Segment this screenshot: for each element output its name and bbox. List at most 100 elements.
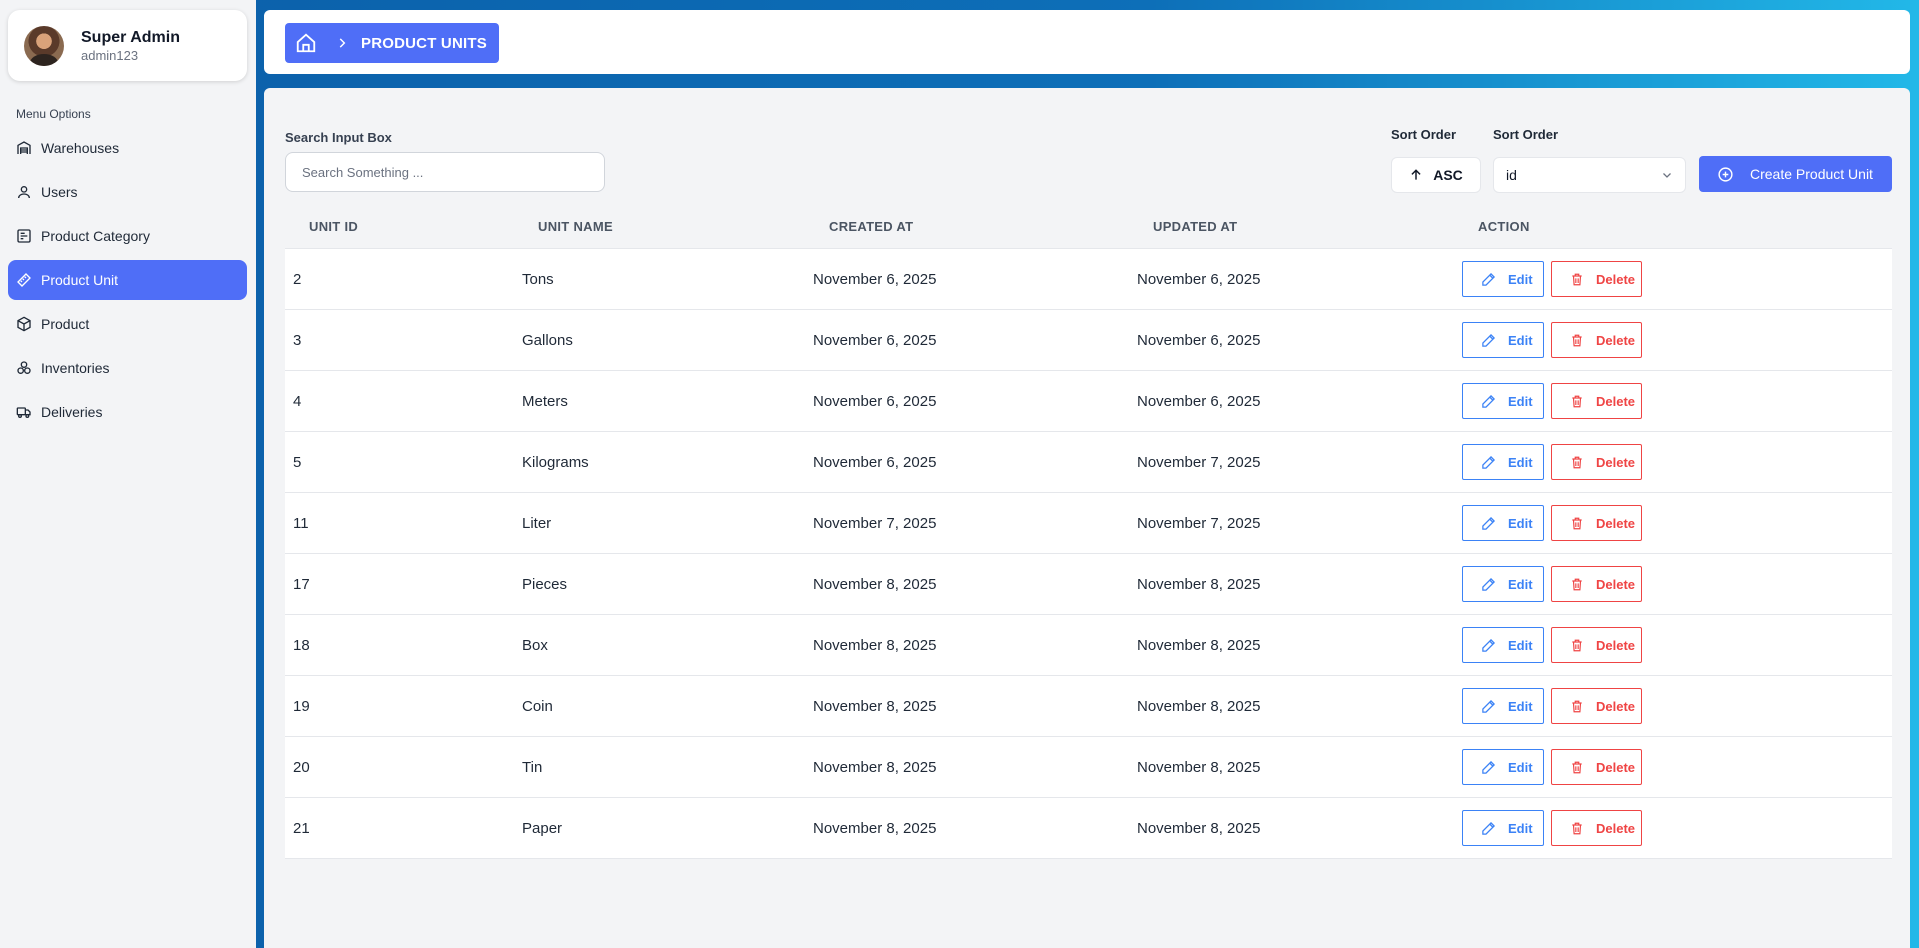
sidebar-item-deliveries[interactable]: Deliveries xyxy=(8,392,247,432)
sidebar-item-inventories[interactable]: Inventories xyxy=(8,348,247,388)
cell-unit-id: 11 xyxy=(293,515,309,532)
sidebar-item-users[interactable]: Users xyxy=(8,172,247,212)
delete-button-label: Delete xyxy=(1596,271,1636,287)
edit-button-label: Edit xyxy=(1508,576,1533,592)
sidebar-item-warehouses[interactable]: Warehouses xyxy=(8,128,247,168)
cell-updated-at: November 8, 2025 xyxy=(1137,576,1261,593)
sort-field-select[interactable]: id xyxy=(1493,157,1686,193)
sidebar-item-label: Deliveries xyxy=(41,404,103,420)
sort-direction-label: Sort Order xyxy=(1391,127,1457,142)
cell-unit-id: 5 xyxy=(293,454,302,471)
cell-created-at: November 6, 2025 xyxy=(813,454,937,471)
table-row: 18 Box November 8, 2025 November 8, 2025 Edi… xyxy=(285,615,1892,676)
cell-created-at: November 8, 2025 xyxy=(813,759,937,776)
sidebar-item-label: Product Category xyxy=(41,228,150,244)
delete-button[interactable]: Delete xyxy=(1551,810,1642,846)
sidebar-item-product[interactable]: Product xyxy=(8,304,247,344)
cell-updated-at: November 7, 2025 xyxy=(1137,454,1261,471)
cell-created-at: November 6, 2025 xyxy=(813,393,937,410)
cell-unit-id: 19 xyxy=(293,698,310,715)
sort-field-value: id xyxy=(1506,167,1517,183)
home-icon[interactable] xyxy=(295,32,317,54)
edit-button[interactable]: Edit xyxy=(1462,261,1544,297)
column-header-created-at[interactable]: CREATED AT xyxy=(829,219,913,234)
edit-button-label: Edit xyxy=(1508,332,1533,348)
table-row: 19 Coin November 8, 2025 November 8, 2025 Ed… xyxy=(285,676,1892,737)
cell-created-at: November 8, 2025 xyxy=(813,637,937,654)
cell-created-at: November 8, 2025 xyxy=(813,820,937,837)
edit-button-label: Edit xyxy=(1508,637,1533,653)
column-header-unit-name[interactable]: UNIT NAME xyxy=(538,219,613,234)
pencil-icon xyxy=(1482,638,1496,652)
edit-button-label: Edit xyxy=(1508,271,1533,287)
pencil-icon xyxy=(1482,272,1496,286)
edit-button[interactable]: Edit xyxy=(1462,566,1544,602)
profile-username: admin123 xyxy=(81,47,139,63)
profile-card[interactable]: Super Admin admin123 xyxy=(8,10,247,81)
trash-icon xyxy=(1572,517,1582,529)
delete-button-label: Delete xyxy=(1596,332,1636,348)
delete-button-label: Delete xyxy=(1596,454,1636,470)
cell-unit-id: 20 xyxy=(293,759,310,776)
edit-button[interactable]: Edit xyxy=(1462,627,1544,663)
cell-unit-id: 21 xyxy=(293,820,310,837)
trash-icon xyxy=(1572,456,1582,468)
cell-unit-name: Tons xyxy=(522,271,554,288)
delete-button-label: Delete xyxy=(1596,759,1636,775)
sidebar-item-label: Inventories xyxy=(41,360,110,376)
trash-icon xyxy=(1572,700,1582,712)
cell-unit-name: Tin xyxy=(522,759,543,776)
sidebar-item-label: Product Unit xyxy=(41,272,119,288)
trash-icon xyxy=(1572,334,1582,346)
breadcrumb: PRODUCT UNITS xyxy=(285,23,499,63)
edit-button[interactable]: Edit xyxy=(1462,444,1544,480)
cell-updated-at: November 6, 2025 xyxy=(1137,393,1261,410)
edit-button[interactable]: Edit xyxy=(1462,749,1544,785)
edit-button-label: Edit xyxy=(1508,698,1533,714)
sidebar-item-product-unit[interactable]: Product Unit xyxy=(8,260,247,300)
cell-updated-at: November 8, 2025 xyxy=(1137,698,1261,715)
delete-button[interactable]: Delete xyxy=(1551,749,1642,785)
cell-updated-at: November 8, 2025 xyxy=(1137,759,1261,776)
sort-direction-button[interactable]: ASC xyxy=(1391,157,1481,193)
table-header: UNIT ID UNIT NAME CREATED AT UPDATED AT … xyxy=(285,205,1892,249)
cell-unit-name: Liter xyxy=(522,515,552,532)
delete-button-label: Delete xyxy=(1596,637,1636,653)
truck-icon xyxy=(16,407,31,418)
sidebar-menu: Warehouses Users Product Category Produc… xyxy=(8,128,247,436)
edit-button[interactable]: Edit xyxy=(1462,688,1544,724)
edit-button[interactable]: Edit xyxy=(1462,322,1544,358)
pencil-icon xyxy=(1482,699,1496,713)
edit-button[interactable]: Edit xyxy=(1462,383,1544,419)
cell-unit-name: Gallons xyxy=(522,332,573,349)
table-row: 4 Meters November 6, 2025 November 6, 2025 E… xyxy=(285,371,1892,432)
edit-button[interactable]: Edit xyxy=(1462,505,1544,541)
search-label: Search Input Box xyxy=(285,130,392,145)
cell-updated-at: November 8, 2025 xyxy=(1137,637,1261,654)
chevron-right-icon xyxy=(339,38,346,48)
sort-direction-value: ASC xyxy=(1433,167,1463,183)
cell-unit-name: Coin xyxy=(522,698,553,715)
delete-button[interactable]: Delete xyxy=(1551,322,1642,358)
delete-button[interactable]: Delete xyxy=(1551,688,1642,724)
delete-button[interactable]: Delete xyxy=(1551,566,1642,602)
cell-created-at: November 8, 2025 xyxy=(813,576,937,593)
profile-name: Super Admin xyxy=(81,28,180,46)
delete-button-label: Delete xyxy=(1596,820,1636,836)
delete-button[interactable]: Delete xyxy=(1551,383,1642,419)
create-product-unit-button[interactable]: Create Product Unit xyxy=(1699,156,1892,192)
edit-button[interactable]: Edit xyxy=(1462,810,1544,846)
search-input[interactable] xyxy=(285,152,605,192)
table-row: 17 Pieces November 8, 2025 November 8, 2025… xyxy=(285,554,1892,615)
cell-unit-name: Kilograms xyxy=(522,454,589,471)
sidebar-item-product-category[interactable]: Product Category xyxy=(8,216,247,256)
product-unit-table: UNIT ID UNIT NAME CREATED AT UPDATED AT … xyxy=(285,205,1892,859)
column-header-updated-at[interactable]: UPDATED AT xyxy=(1153,219,1237,234)
delete-button[interactable]: Delete xyxy=(1551,627,1642,663)
sort-field-label: Sort Order xyxy=(1493,127,1559,142)
delete-button[interactable]: Delete xyxy=(1551,444,1642,480)
column-header-unit-id[interactable]: UNIT ID xyxy=(309,219,358,234)
delete-button[interactable]: Delete xyxy=(1551,261,1642,297)
delete-button[interactable]: Delete xyxy=(1551,505,1642,541)
category-icon xyxy=(17,229,31,243)
